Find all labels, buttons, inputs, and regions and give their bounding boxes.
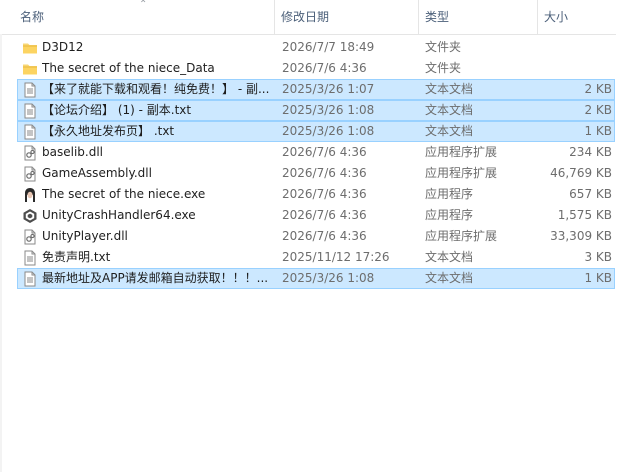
- folder-icon: [22, 61, 38, 77]
- file-size: [535, 59, 612, 78]
- file-type: 文本文档: [425, 250, 474, 264]
- file-row[interactable]: UnityPlayer.dll 2026/7/6 4:36 应用程序扩展 33,309…: [17, 226, 615, 247]
- file-row[interactable]: 【来了就能下载和观看！纯免费！】 - 副... 2025/3/26 1:07 文本文…: [17, 79, 615, 100]
- file-row[interactable]: The secret of the niece_Data 2026/7/6 4:3…: [17, 58, 615, 79]
- file-name: UnityCrashHandler64.exe: [42, 208, 196, 222]
- file-type: 应用程序扩展: [425, 166, 498, 180]
- file-type: 应用程序: [425, 187, 474, 201]
- file-name: 【来了就能下载和观看！纯免费！】 - 副...: [42, 82, 270, 96]
- file-type: 应用程序扩展: [425, 229, 498, 243]
- unity-exe-icon: [22, 208, 38, 224]
- file-size: 1 KB: [584, 271, 612, 285]
- file-size: 33,309 KB: [550, 229, 612, 243]
- text-file-icon: [22, 124, 38, 140]
- file-modified-date: 2026/7/7 18:49: [282, 40, 375, 54]
- column-header-type[interactable]: 类型: [418, 0, 537, 34]
- file-name: 【永久地址发布页】 .txt: [42, 124, 175, 138]
- dll-file-icon: [22, 145, 38, 161]
- file-type: 文件夹: [425, 40, 462, 54]
- file-modified-date: 2025/3/26 1:08: [282, 271, 375, 285]
- column-header-date[interactable]: 修改日期: [274, 0, 418, 34]
- file-row[interactable]: 【论坛介绍】 (1) - 副本.txt 2025/3/26 1:08 文本文档 2 K…: [17, 100, 615, 121]
- column-header: 名称 ⌃ 修改日期 类型 大小: [0, 0, 620, 35]
- dll-file-icon: [22, 166, 38, 182]
- file-size: 3 KB: [584, 250, 612, 264]
- file-size: 657 KB: [569, 187, 612, 201]
- file-size: 46,769 KB: [550, 166, 612, 180]
- game-exe-icon: [22, 187, 38, 203]
- text-file-icon: [22, 82, 38, 98]
- sort-ascending-icon: ⌃: [139, 0, 148, 10]
- file-size: [535, 38, 612, 57]
- file-name: D3D12: [42, 40, 84, 54]
- file-modified-date: 2025/3/26 1:08: [282, 103, 375, 117]
- file-size: 1 KB: [584, 124, 612, 138]
- file-row[interactable]: UnityCrashHandler64.exe 2026/7/6 4:36 应用程序…: [17, 205, 615, 226]
- file-name: 【论坛介绍】 (1) - 副本.txt: [42, 103, 192, 117]
- file-row[interactable]: 【永久地址发布页】 .txt 2025/3/26 1:08 文本文档 1 KB: [17, 121, 615, 142]
- file-size: 234 KB: [569, 145, 612, 159]
- file-modified-date: 2025/3/26 1:08: [282, 124, 375, 138]
- text-file-icon: [22, 103, 38, 119]
- file-name: 免责声明.txt: [42, 250, 111, 264]
- file-name: 最新地址及APP请发邮箱自动获取！！！...: [42, 271, 269, 285]
- file-type: 文件夹: [425, 61, 462, 75]
- file-row[interactable]: baselib.dll 2026/7/6 4:36 应用程序扩展 234 KB: [17, 142, 615, 163]
- file-modified-date: 2026/7/6 4:36: [282, 229, 367, 243]
- file-row[interactable]: GameAssembly.dll 2026/7/6 4:36 应用程序扩展 46,76…: [17, 163, 615, 184]
- file-name: The secret of the niece_Data: [42, 61, 215, 75]
- file-name: GameAssembly.dll: [42, 166, 152, 180]
- file-row[interactable]: D3D12 2026/7/7 18:49 文件夹: [17, 37, 615, 58]
- file-modified-date: 2026/7/6 4:36: [282, 187, 367, 201]
- file-size: 2 KB: [584, 103, 612, 117]
- file-size: 2 KB: [584, 82, 612, 96]
- file-modified-date: 2025/11/12 17:26: [282, 250, 390, 264]
- file-row[interactable]: 免责声明.txt 2025/11/12 17:26 文本文档 3 KB: [17, 247, 615, 268]
- file-type: 应用程序: [425, 208, 474, 222]
- file-modified-date: 2026/7/6 4:36: [282, 166, 367, 180]
- file-type: 文本文档: [425, 271, 474, 285]
- file-type: 文本文档: [425, 103, 474, 117]
- pane-edge: [0, 34, 2, 472]
- scrollbar-track: [616, 34, 620, 472]
- file-name: baselib.dll: [42, 145, 103, 159]
- file-name: The secret of the niece.exe: [42, 187, 206, 201]
- file-size: 1,575 KB: [557, 208, 612, 222]
- text-file-icon: [22, 250, 38, 266]
- file-modified-date: 2025/3/26 1:07: [282, 82, 375, 96]
- file-modified-date: 2026/7/6 4:36: [282, 145, 367, 159]
- file-modified-date: 2026/7/6 4:36: [282, 208, 367, 222]
- file-name: UnityPlayer.dll: [42, 229, 128, 243]
- column-header-size[interactable]: 大小: [537, 0, 620, 34]
- folder-icon: [22, 40, 38, 56]
- file-row[interactable]: 最新地址及APP请发邮箱自动获取！！！... 2025/3/26 1:08 文本文档…: [17, 268, 615, 289]
- file-modified-date: 2026/7/6 4:36: [282, 61, 367, 75]
- text-file-icon: [22, 271, 38, 287]
- file-row[interactable]: The secret of the niece.exe 2026/7/6 4:36…: [17, 184, 615, 205]
- file-type: 文本文档: [425, 82, 474, 96]
- file-type: 应用程序扩展: [425, 145, 498, 159]
- dll-file-icon: [22, 229, 38, 245]
- file-type: 文本文档: [425, 124, 474, 138]
